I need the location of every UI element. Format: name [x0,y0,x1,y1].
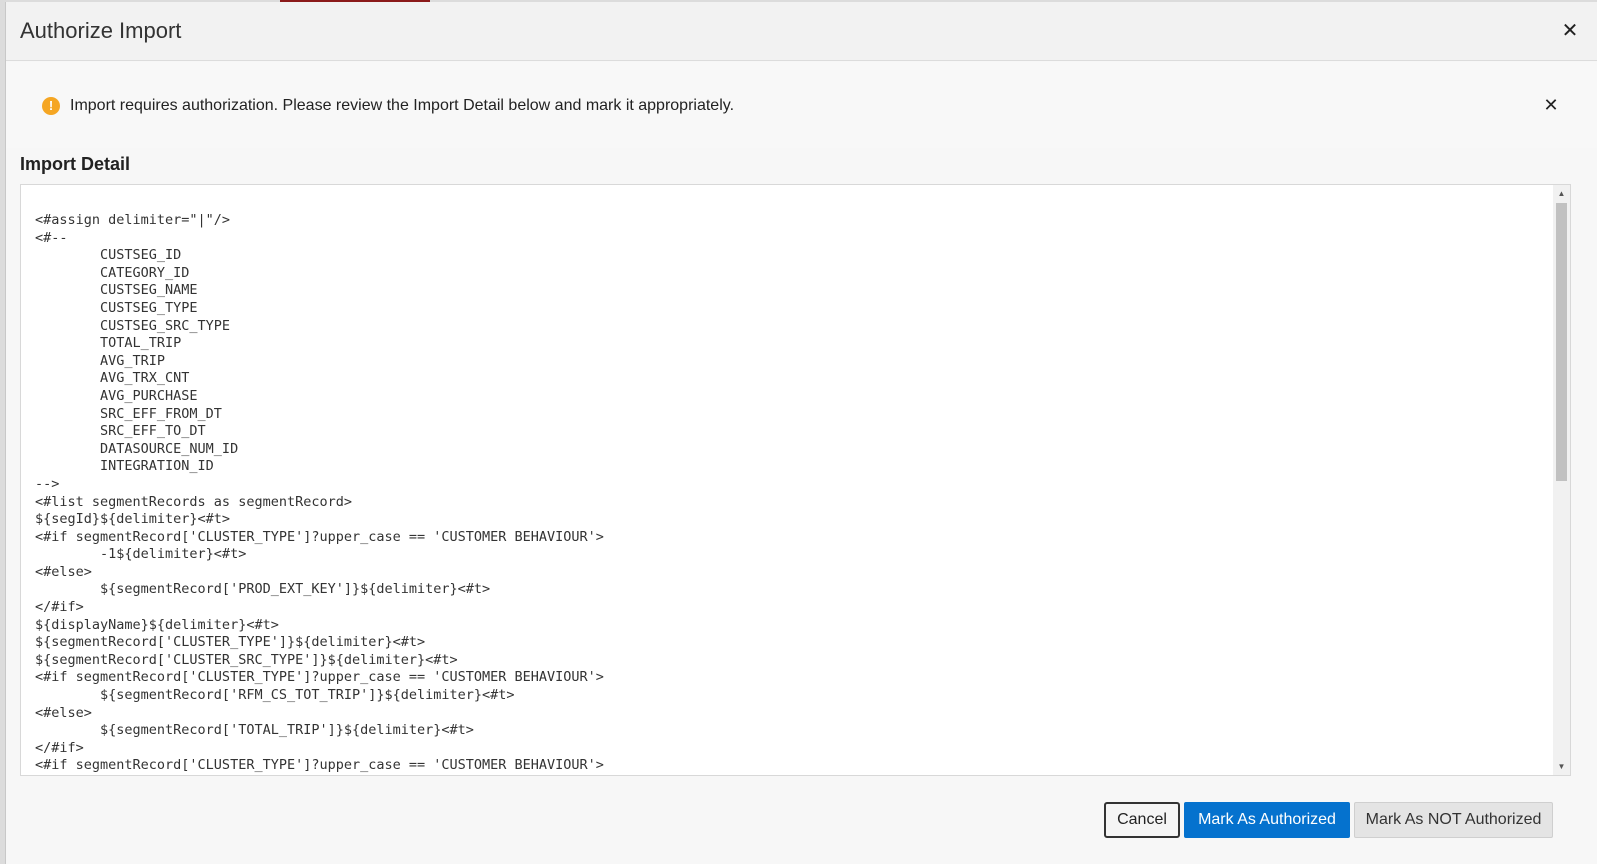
warning-icon: ! [42,97,60,115]
dialog-close-button[interactable]: ✕ [1559,20,1581,42]
import-detail-label: Import Detail [20,154,131,174]
import-detail-code: <#assign delimiter="|"/> <#-- CUSTSEG_ID… [35,212,604,774]
import-detail-textarea[interactable]: <#assign delimiter="|"/> <#-- CUSTSEG_ID… [20,184,1571,776]
dialog-title: Authorize Import [20,18,182,43]
scroll-up-arrow-icon[interactable]: ▲ [1553,185,1570,202]
dismiss-message-button[interactable]: ✕ [1541,95,1561,115]
cancel-button[interactable]: Cancel [1104,802,1180,838]
close-icon: ✕ [1561,20,1579,42]
close-icon: ✕ [1543,95,1559,115]
scroll-down-arrow-icon[interactable]: ▼ [1553,758,1570,775]
mark-as-not-authorized-button[interactable]: Mark As NOT Authorized [1354,802,1553,838]
warning-message: ! Import requires authorization. Please … [6,62,1597,148]
scroll-thumb[interactable] [1556,203,1567,481]
mark-as-authorized-button[interactable]: Mark As Authorized [1184,802,1350,838]
authorize-import-dialog: Authorize Import ✕ ! Import requires aut… [5,2,1597,864]
dialog-header: Authorize Import ✕ [6,2,1597,61]
vertical-scrollbar[interactable]: ▲ ▼ [1553,185,1570,775]
warning-message-text: Import requires authorization. Please re… [70,97,735,114]
